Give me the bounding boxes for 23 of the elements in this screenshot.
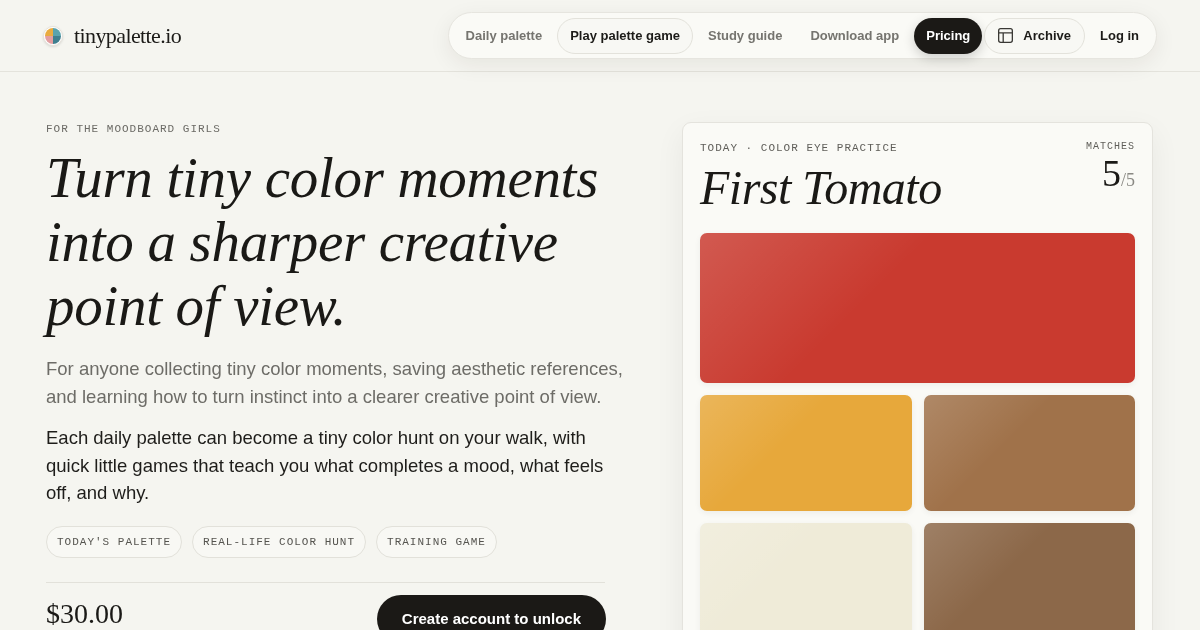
eyebrow-text: FOR THE MOODBOARD GIRLS bbox=[46, 122, 222, 136]
create-account-button[interactable]: Create account to unlock bbox=[376, 594, 606, 630]
archive-button[interactable]: Archive bbox=[984, 17, 1085, 54]
nav-link[interactable]: Daily palette bbox=[452, 17, 556, 54]
layout-icon bbox=[998, 28, 1014, 43]
category-tag: REAL-LIFE COLOR HUNT bbox=[192, 525, 367, 558]
nav-link[interactable]: Download app bbox=[797, 17, 913, 54]
matches-total: /5 bbox=[1121, 170, 1135, 190]
matches-score: 5 bbox=[1102, 152, 1121, 194]
category-tag: TODAY'S PALETTE bbox=[46, 525, 183, 558]
logo-text[interactable]: tinypalette.io bbox=[74, 22, 182, 49]
matches-label: MATCHES bbox=[1086, 141, 1135, 153]
nav-tab[interactable]: Play palette game bbox=[557, 17, 693, 54]
palette-title: First Tomato bbox=[700, 162, 942, 214]
card-eyebrow-text: TODAY · COLOR EYE PRACTICE bbox=[700, 141, 899, 155]
color-wheel-icon bbox=[43, 25, 63, 46]
category-tag: TRAINING GAME bbox=[376, 525, 497, 558]
pricing-button[interactable]: Pricing bbox=[914, 17, 983, 54]
intro-paragraph: For anyone collecting tiny color moments, saving aesthetic references, and learning how to turn instinct into a clearer creative point of view. bbox=[46, 357, 624, 409]
nav-link[interactable]: Study guide bbox=[695, 17, 796, 54]
price-text: $30.00 bbox=[46, 598, 123, 629]
login-link[interactable]: Log in bbox=[1087, 17, 1152, 54]
body-paragraph: Each daily palette can become a tiny color hunt on your walk, with quick little games that teach you what completes a mood, what feels off, and why. bbox=[46, 426, 605, 505]
